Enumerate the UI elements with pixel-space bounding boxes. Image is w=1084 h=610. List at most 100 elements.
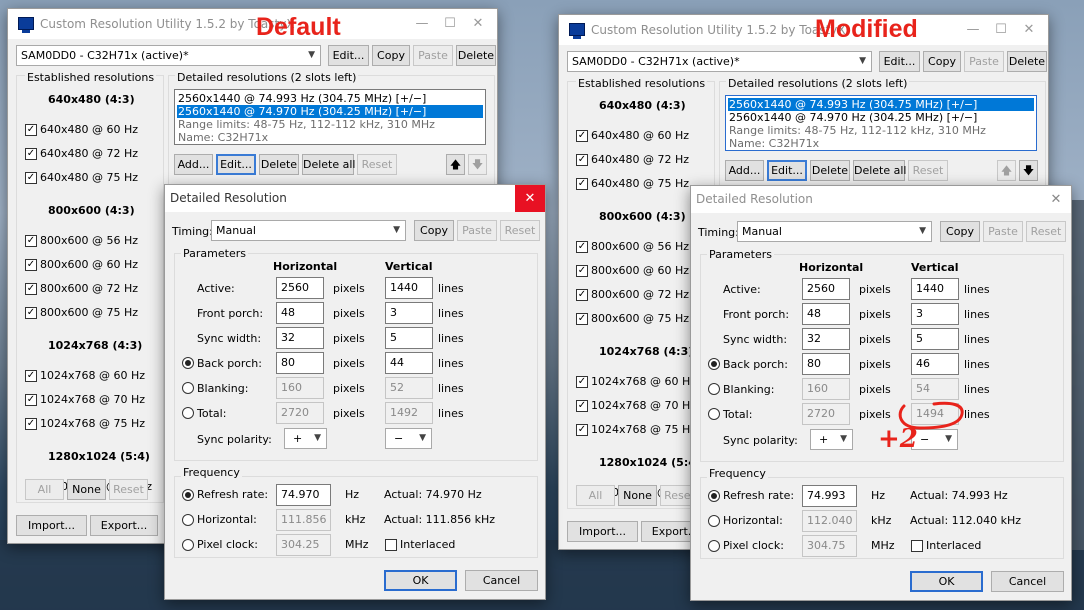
vertical-value-field[interactable]: 44: [385, 352, 433, 374]
horizontal-value-field[interactable]: 48: [802, 303, 850, 325]
checkbox[interactable]: ✓: [25, 418, 37, 430]
resolution-item-label[interactable]: 1024x768 @ 60 Hz: [40, 369, 145, 382]
edit-monitor-button[interactable]: Edit...: [879, 51, 920, 72]
horizontal-value-field[interactable]: 160: [276, 377, 324, 399]
pixel-clock-field[interactable]: 304.75: [802, 535, 857, 557]
refresh-rate-field[interactable]: 74.970: [276, 484, 331, 506]
ok-button[interactable]: OK: [910, 571, 983, 592]
checkbox[interactable]: ✓: [576, 313, 588, 325]
resolution-item-label[interactable]: 800x600 @ 56 Hz: [40, 234, 138, 247]
add-button[interactable]: Add...: [725, 160, 764, 181]
radio-button[interactable]: [182, 539, 194, 551]
checkbox[interactable]: ✓: [576, 376, 588, 388]
checkbox[interactable]: ✓: [576, 400, 588, 412]
paste-button[interactable]: Paste: [983, 221, 1023, 242]
detailed-list[interactable]: 2560x1440 @ 74.993 Hz (304.75 MHz) [+/−]…: [725, 95, 1037, 151]
copy-button[interactable]: Copy: [372, 45, 410, 66]
checkbox[interactable]: ✓: [25, 259, 37, 271]
none-button[interactable]: None: [67, 479, 106, 500]
add-button[interactable]: Add...: [174, 154, 213, 175]
horizontal-value-field[interactable]: 80: [802, 353, 850, 375]
resolution-item-label[interactable]: 640x480 @ 72 Hz: [40, 147, 138, 160]
all-button[interactable]: All: [25, 479, 64, 500]
radio-button[interactable]: [708, 408, 720, 420]
horizontal-frequency-field[interactable]: 111.856: [276, 509, 331, 531]
checkbox[interactable]: ✓: [25, 148, 37, 160]
resolution-item-label[interactable]: 640x480 @ 60 Hz: [591, 129, 689, 142]
delete-detailed-button[interactable]: Delete: [259, 154, 299, 175]
copy-button[interactable]: Copy: [414, 220, 454, 241]
horizontal-value-field[interactable]: 2720: [802, 403, 850, 425]
radio-button[interactable]: [182, 514, 194, 526]
vertical-value-field[interactable]: 1492: [385, 402, 433, 424]
resolution-item-label[interactable]: 1024x768 @ 70 Hz: [591, 399, 696, 412]
reset-detailed-button[interactable]: Reset: [357, 154, 397, 175]
reset-button[interactable]: Reset: [1026, 221, 1066, 242]
checkbox[interactable]: ✓: [25, 172, 37, 184]
timing-select[interactable]: Manual ▼: [737, 221, 932, 242]
minimize-icon[interactable]: —: [960, 19, 986, 41]
radio-button[interactable]: [708, 383, 720, 395]
delete-detailed-button[interactable]: Delete: [810, 160, 850, 181]
checkbox[interactable]: ✓: [576, 130, 588, 142]
resolution-item-label[interactable]: 800x600 @ 72 Hz: [40, 282, 138, 295]
radio-button[interactable]: [182, 489, 194, 501]
radio-button[interactable]: [708, 490, 720, 502]
horizontal-frequency-field[interactable]: 112.040: [802, 510, 857, 532]
horizontal-value-field[interactable]: 32: [276, 327, 324, 349]
vertical-value-field[interactable]: 54: [911, 378, 959, 400]
edit-detailed-button[interactable]: Edit...: [767, 160, 807, 181]
checkbox[interactable]: ✓: [576, 289, 588, 301]
monitor-select[interactable]: SAM0DD0 - C32H71x (active)* ▼: [16, 45, 321, 66]
maximize-icon[interactable]: ☐: [437, 13, 463, 35]
resolution-item-label[interactable]: 1024x768 @ 75 Hz: [40, 417, 145, 430]
resolution-item-label[interactable]: 1024x768 @ 75 Hz: [591, 423, 696, 436]
resolution-item-label[interactable]: 1024x768 @ 70 Hz: [40, 393, 145, 406]
sync-polarity-vertical[interactable]: − ▼: [385, 428, 432, 449]
copy-button[interactable]: Copy: [940, 221, 980, 242]
close-icon[interactable]: ✕: [1041, 186, 1071, 213]
checkbox[interactable]: ✓: [576, 178, 588, 190]
checkbox[interactable]: ✓: [25, 394, 37, 406]
sync-polarity-horizontal[interactable]: + ▼: [284, 428, 327, 449]
radio-button[interactable]: [708, 358, 720, 370]
checkbox[interactable]: ✓: [25, 124, 37, 136]
move-down-button[interactable]: 🡇: [468, 154, 487, 175]
delete-button[interactable]: Delete: [456, 45, 496, 66]
horizontal-value-field[interactable]: 32: [802, 328, 850, 350]
vertical-value-field[interactable]: 5: [911, 328, 959, 350]
reset-button[interactable]: Reset: [500, 220, 540, 241]
delete-all-button[interactable]: Delete all: [302, 154, 356, 175]
checkbox[interactable]: ✓: [576, 424, 588, 436]
paste-button[interactable]: Paste: [457, 220, 497, 241]
sync-polarity-horizontal[interactable]: + ▼: [810, 429, 853, 450]
reset-detailed-button[interactable]: Reset: [908, 160, 948, 181]
radio-button[interactable]: [708, 515, 720, 527]
list-item[interactable]: Name: C32H71x: [728, 137, 1034, 150]
move-up-button[interactable]: 🡅: [446, 154, 465, 175]
list-item[interactable]: 2560x1440 @ 74.993 Hz (304.75 MHz) [+/−]: [177, 92, 483, 105]
resolution-item-label[interactable]: 800x600 @ 60 Hz: [591, 264, 689, 277]
delete-all-button[interactable]: Delete all: [853, 160, 907, 181]
radio-button[interactable]: [182, 357, 194, 369]
vertical-value-field[interactable]: 1440: [911, 278, 959, 300]
vertical-value-field[interactable]: 46: [911, 353, 959, 375]
export-button[interactable]: Export...: [90, 515, 158, 536]
vertical-value-field[interactable]: 1440: [385, 277, 433, 299]
list-item[interactable]: Name: C32H71x: [177, 131, 483, 144]
horizontal-value-field[interactable]: 48: [276, 302, 324, 324]
resolution-item-label[interactable]: 800x600 @ 75 Hz: [591, 312, 689, 325]
list-item[interactable]: 2560x1440 @ 74.993 Hz (304.75 MHz) [+/−]: [728, 98, 1034, 111]
checkbox[interactable]: ✓: [25, 283, 37, 295]
radio-button[interactable]: [182, 407, 194, 419]
minimize-icon[interactable]: —: [409, 13, 435, 35]
edit-detailed-button[interactable]: Edit...: [216, 154, 256, 175]
resolution-item-label[interactable]: 640x480 @ 75 Hz: [591, 177, 689, 190]
checkbox[interactable]: ✓: [576, 154, 588, 166]
none-button[interactable]: None: [618, 485, 657, 506]
cancel-button[interactable]: Cancel: [991, 571, 1064, 592]
radio-button[interactable]: [708, 540, 720, 552]
cancel-button[interactable]: Cancel: [465, 570, 538, 591]
monitor-select[interactable]: SAM0DD0 - C32H71x (active)* ▼: [567, 51, 872, 72]
checkbox[interactable]: ✓: [576, 265, 588, 277]
